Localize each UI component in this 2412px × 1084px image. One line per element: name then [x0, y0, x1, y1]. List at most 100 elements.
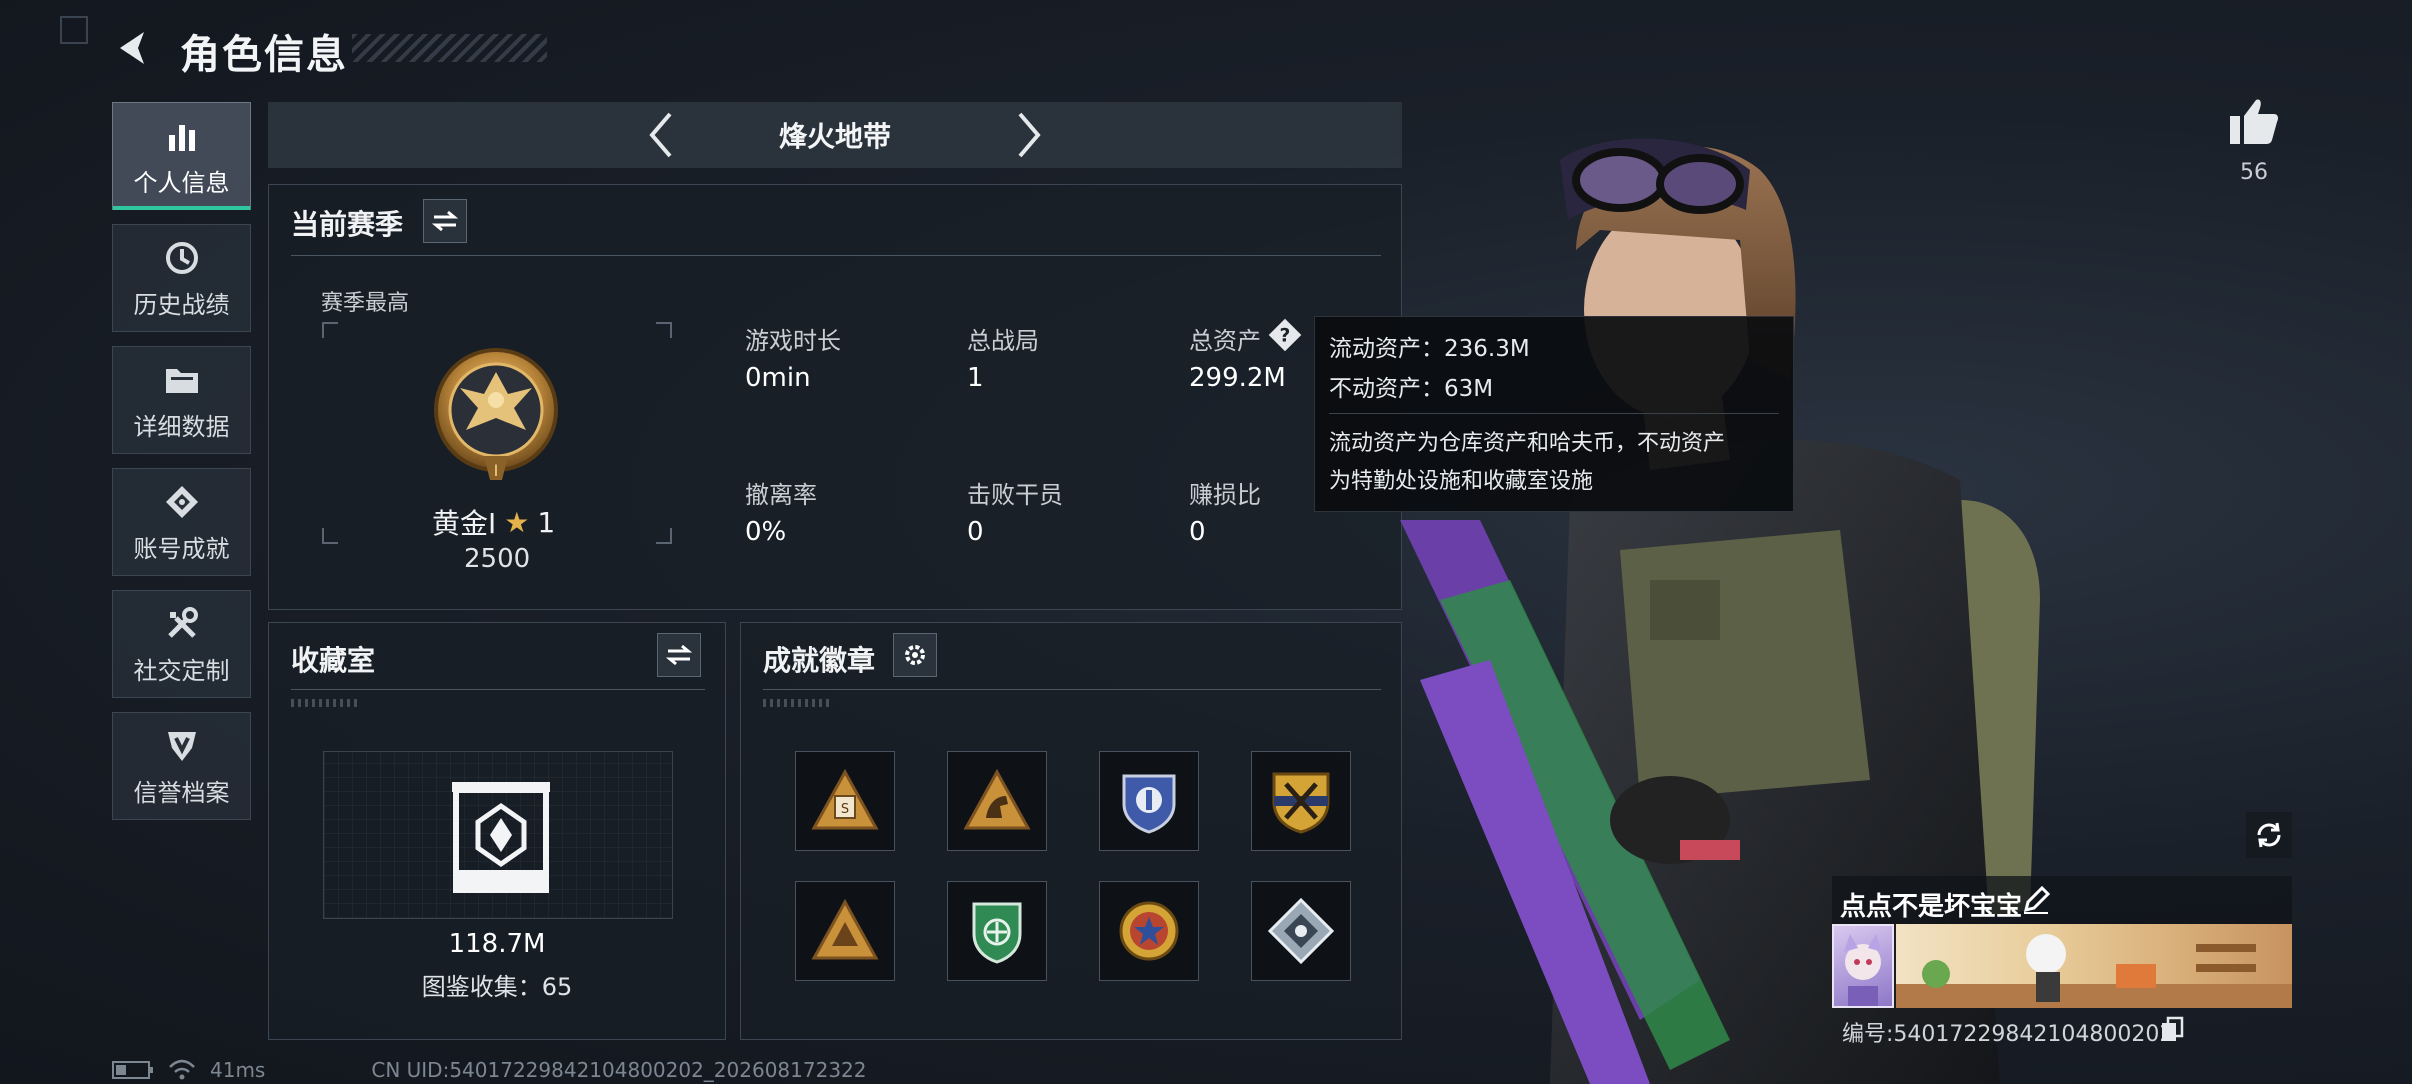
- police-shield-badge-icon: [1122, 774, 1176, 834]
- divider: [291, 255, 1381, 256]
- profile-banner[interactable]: [1896, 924, 2292, 1008]
- star-wreath-badge-icon: [1119, 901, 1179, 961]
- sidebar-item-label: 账号成就: [133, 534, 230, 563]
- copy-icon: [2162, 1016, 2184, 1041]
- badge-triangle-s[interactable]: S: [795, 751, 895, 851]
- kills-label: 击败干员: [967, 481, 1063, 509]
- collection-preview[interactable]: [323, 751, 673, 919]
- collection-panel: 收藏室 118.7M 图鉴收集：65: [268, 622, 726, 1040]
- achievement-settings-button[interactable]: [893, 633, 937, 677]
- profile-name: 点点不是坏宝宝: [1840, 892, 2023, 922]
- chevron-left-icon: [649, 112, 672, 158]
- sidebar-item-personal-info[interactable]: 个人信息: [112, 102, 251, 210]
- rank-points: 2500: [464, 544, 531, 574]
- refresh-icon: [2257, 822, 2281, 848]
- wifi-icon: [169, 1059, 195, 1080]
- rank-name: 黄金Ⅰ: [432, 507, 497, 540]
- sidebar-item-details[interactable]: 详细数据: [112, 346, 251, 454]
- sidebar-item-reputation[interactable]: 信誉档案: [112, 712, 251, 820]
- achievement-title: 成就徽章: [763, 644, 876, 677]
- season-title: 当前赛季: [291, 208, 404, 241]
- total-assets-value: 299.2M: [1189, 363, 1286, 393]
- bar-chart-icon: [165, 115, 199, 157]
- history-clock-icon: [164, 237, 200, 279]
- chevron-right-icon: [1018, 112, 1041, 158]
- play-time-label: 游戏时长: [745, 327, 841, 355]
- triangle-horse-badge-icon: [963, 768, 1031, 830]
- profit-ratio-label: 赚损比: [1189, 481, 1261, 509]
- assets-help-button[interactable]: ?: [1268, 318, 1302, 352]
- achievement-icon: [164, 481, 200, 523]
- corner-frame-icon: [60, 16, 88, 44]
- swap-icon: [666, 644, 692, 666]
- sidebar-item-label: 社交定制: [133, 656, 230, 685]
- gold-crest-badge-icon: [1272, 772, 1330, 834]
- collection-title: 收藏室: [291, 644, 376, 677]
- shield-icon: [165, 725, 199, 767]
- page-title: 角色信息: [180, 32, 348, 78]
- mode-prev-button[interactable]: [636, 110, 686, 160]
- rotate-view-button[interactable]: [2246, 812, 2292, 858]
- swap-icon: [432, 210, 458, 232]
- avatar-character-icon: [1844, 934, 1882, 1006]
- triangle-s-badge-icon: S: [811, 768, 879, 830]
- season-best-label: 赛季最高: [321, 291, 410, 316]
- season-switch-button[interactable]: [423, 199, 467, 243]
- badge-gold-crest[interactable]: [1251, 751, 1351, 851]
- sidebar-item-achievements[interactable]: 账号成就: [112, 468, 251, 576]
- sidebar-item-social[interactable]: 社交定制: [112, 590, 251, 698]
- profit-ratio-value: 0: [1189, 517, 1206, 547]
- like-button[interactable]: [2228, 96, 2280, 150]
- total-assets-label: 总资产: [1189, 327, 1261, 355]
- sidebar-item-label: 个人信息: [133, 168, 230, 197]
- vault-icon: [452, 782, 550, 893]
- rank-stars: 1: [537, 505, 556, 539]
- gold-rank-emblem-icon: I: [428, 346, 564, 490]
- badge-star-wreath[interactable]: [1099, 881, 1199, 981]
- rank-label: 黄金Ⅰ ★ 1: [432, 502, 555, 542]
- status-bar: 41ms CN UID:54017229842104800202_2026081…: [112, 1058, 867, 1082]
- svg-text:I: I: [494, 461, 499, 480]
- pencil-icon: [2023, 885, 2051, 914]
- tooltip-desc-line2: 为特勤处设施和收藏室设施: [1329, 469, 1594, 494]
- back-button[interactable]: [112, 26, 156, 70]
- edit-name-button[interactable]: [2022, 885, 2051, 918]
- collection-switch-button[interactable]: [657, 633, 701, 677]
- sidebar-item-history[interactable]: 历史战绩: [112, 224, 251, 332]
- badge-triangle-emblem[interactable]: [795, 881, 895, 981]
- badge-triangle-horse[interactable]: [947, 751, 1047, 851]
- mode-next-button[interactable]: [1004, 110, 1054, 160]
- assets-tooltip: 流动资产：236.3M 不动资产：63M 流动资产为仓库资产和哈夫币，不动资产 …: [1314, 316, 1794, 512]
- battery-icon: [112, 1061, 153, 1079]
- extract-rate-label: 撤离率: [745, 481, 817, 509]
- folder-icon: [163, 359, 201, 401]
- thumbs-up-icon: [2230, 99, 2278, 144]
- extract-rate-value: 0%: [745, 517, 787, 547]
- avatar[interactable]: [1832, 924, 1894, 1008]
- uid-text: CN UID:54017229842104800202_202608172322: [371, 1058, 867, 1082]
- sidebar-item-label: 详细数据: [133, 412, 230, 441]
- badge-diamond[interactable]: [1251, 881, 1351, 981]
- play-time-value: 0min: [745, 363, 811, 393]
- profile-id: 编号:54017229842104800202: [1842, 1022, 2174, 1047]
- collection-value: 118.7M: [448, 929, 546, 959]
- rank-star-icon: ★: [504, 505, 530, 539]
- copy-id-button[interactable]: [2160, 1016, 2184, 1046]
- gear-icon: [905, 645, 925, 665]
- svg-text:S: S: [841, 802, 849, 817]
- banner-scene-illustration: [1896, 934, 2292, 1008]
- sidebar-item-label: 信誉档案: [133, 778, 230, 807]
- mode-title: 烽火地带: [778, 120, 891, 153]
- sidebar-item-label: 历史战绩: [133, 290, 230, 319]
- triangle-emblem-badge-icon: [811, 898, 879, 960]
- green-shield-badge-icon: [972, 902, 1022, 964]
- total-games-value: 1: [967, 363, 984, 393]
- badge-police-shield[interactable]: [1099, 751, 1199, 851]
- question-icon: ?: [1279, 323, 1291, 347]
- back-arrow-icon: [120, 32, 144, 64]
- kills-value: 0: [967, 517, 984, 547]
- diamond-badge-icon: [1267, 897, 1335, 965]
- total-games-label: 总战局: [967, 327, 1039, 355]
- badge-green-shield[interactable]: [947, 881, 1047, 981]
- tooltip-fixed-assets: 不动资产：63M: [1329, 376, 1494, 402]
